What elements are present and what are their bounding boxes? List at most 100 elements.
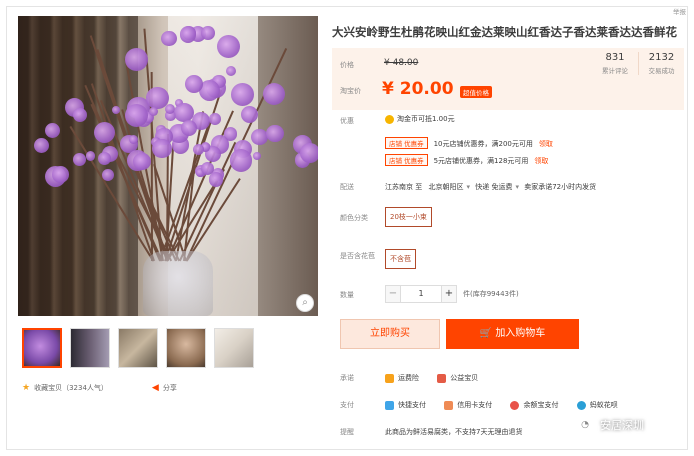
stat-transactions-caption: 交易成功	[648, 67, 675, 75]
promise-items: 运费险 公益宝贝	[385, 373, 494, 385]
flower-blossom	[262, 82, 286, 106]
claim-coupon-link[interactable]: 领取	[534, 157, 548, 165]
quantity-minus-button[interactable]: −	[385, 285, 401, 303]
favorite-link[interactable]: 收藏宝贝（3234人气）	[34, 383, 108, 393]
flower-blossom	[240, 105, 258, 123]
quick-pay-label: 快捷支付	[398, 401, 426, 409]
delivery-to-select[interactable]: 北京朝阳区	[428, 183, 463, 191]
sku-option-bloom[interactable]: 不含苞	[385, 249, 416, 269]
yuebao-item[interactable]: 余额宝支付	[510, 400, 558, 410]
taobao-price-label: 淘宝价	[340, 87, 361, 95]
coupon-badge: 店铺 优惠券	[385, 154, 428, 166]
thumbnail-5[interactable]	[214, 328, 254, 368]
flower-blossom	[133, 152, 152, 171]
flower-blossom	[229, 149, 253, 172]
charity-label: 公益宝贝	[450, 374, 479, 382]
thumbnail-strip	[22, 328, 254, 368]
sku-option-color[interactable]: 20枝一小束	[385, 207, 432, 227]
wechat-watermark: ◔ 安居深圳	[576, 417, 644, 433]
price-label: 价格	[340, 61, 354, 69]
coin-offer-text: 淘金币可抵1.00元	[397, 115, 455, 123]
flower-blossom	[216, 34, 240, 59]
stat-reviews[interactable]: 831 累计评论	[592, 52, 638, 75]
flower-blossom	[209, 113, 221, 125]
coupon-row-2: 店铺 优惠券 5元店铺优惠券，满128元可用 领取	[385, 154, 548, 166]
coupon-badge: 店铺 优惠券	[385, 137, 428, 149]
flower-blossom	[125, 48, 148, 71]
heart-icon	[437, 373, 447, 383]
thumbnail-3[interactable]	[118, 328, 158, 368]
thumbnail-1[interactable]	[22, 328, 62, 368]
flower-blossom	[208, 172, 223, 187]
coupon-text: 10元店铺优惠券，满200元可用	[433, 140, 533, 148]
coin-offer: 淘金币可抵1.00元	[385, 114, 455, 124]
chevron-down-icon[interactable]: ▾	[466, 183, 470, 191]
stat-transactions[interactable]: 2132 交易成功	[638, 52, 684, 75]
add-to-cart-button[interactable]: 🛒 加入购物车	[446, 319, 579, 349]
claim-coupon-link[interactable]: 领取	[539, 140, 553, 148]
buy-now-button[interactable]: 立即购买	[340, 319, 440, 349]
add-to-cart-label: 加入购物车	[495, 328, 546, 339]
reminder-label: 提醒	[340, 428, 354, 436]
flower-blossom	[184, 75, 203, 94]
quick-pay-item[interactable]: 快捷支付	[385, 400, 426, 410]
credit-card-item[interactable]: 信用卡支付	[444, 400, 492, 410]
delivery-express: 快递 免运费	[475, 183, 513, 191]
quantity-label: 数量	[340, 291, 354, 299]
main-product-image[interactable]	[18, 16, 318, 316]
quantity-input[interactable]: 1	[401, 285, 441, 303]
flower-blossom	[252, 151, 261, 160]
favorite-share-row: ★ 收藏宝贝（3234人气） ◀ 分享	[22, 383, 177, 393]
thumbnail-4[interactable]	[166, 328, 206, 368]
delivery-label: 配送	[340, 183, 354, 191]
stock-text: 件(库存99443件)	[463, 290, 519, 298]
current-price: ¥ 20.00	[382, 79, 454, 99]
star-icon[interactable]: ★	[22, 383, 30, 393]
bloom-label: 是否含花苞	[340, 252, 375, 260]
zoom-icon[interactable]: ⌕	[296, 294, 314, 312]
quantity-stepper: − 1 + 件(库存99443件)	[385, 285, 519, 303]
credit-card-icon	[444, 400, 454, 410]
watermark-text: 安居深圳	[600, 419, 644, 432]
coin-icon	[385, 114, 394, 124]
color-label: 颜色分类	[340, 214, 368, 222]
promise-label: 承诺	[340, 374, 354, 382]
coupon-row-1: 店铺 优惠券 10元店铺优惠券，满200元可用 领取	[385, 137, 553, 149]
flower-blossom	[230, 82, 254, 106]
shield-icon	[385, 373, 394, 383]
stat-transactions-number: 2132	[648, 52, 675, 63]
sales-stats: 831 累计评论 2132 交易成功	[592, 52, 684, 75]
price-box: 价格 ¥ 48.00 淘宝价 ¥ 20.00 超值价格 831 累计评论 213…	[332, 48, 684, 110]
chevron-down-icon[interactable]: ▾	[515, 183, 519, 191]
report-link[interactable]: 举报	[673, 6, 686, 16]
wechat-icon: ◔	[576, 418, 594, 432]
flower-blossom	[111, 105, 120, 114]
huabei-item[interactable]: 蚂蚁花呗	[576, 400, 618, 410]
delivery-info: 江苏南京 至 北京朝阳区 ▾ 快递 免运费 ▾ 卖家承诺72小时内发货	[385, 182, 596, 192]
flower-blossom	[266, 125, 284, 143]
flower-blossom	[161, 30, 177, 47]
yuebao-label: 余额宝支付	[523, 401, 559, 409]
flower-blossom	[181, 120, 197, 137]
stat-reviews-number: 831	[605, 52, 625, 63]
flower-blossom	[201, 26, 215, 40]
flower-blossom	[149, 107, 159, 117]
cart-icon: 🛒	[479, 328, 493, 339]
huabei-label: 蚂蚁花呗	[589, 401, 618, 409]
flower-blossom	[300, 142, 318, 163]
quantity-plus-button[interactable]: +	[441, 285, 457, 303]
charity-item[interactable]: 公益宝贝	[437, 373, 478, 383]
thumbnail-2[interactable]	[70, 328, 110, 368]
payment-items: 快捷支付 信用卡支付 余额宝支付 蚂蚁花呗	[385, 400, 634, 412]
reminder-text: 此商品为鲜活易腐类，不支持7天无理由退货	[385, 428, 523, 436]
coupon-text: 5元店铺优惠券，满128元可用	[433, 157, 529, 165]
freight-insurance-item[interactable]: 运费险	[385, 373, 419, 383]
flower-blossom	[85, 151, 96, 161]
flower-blossom	[179, 26, 197, 43]
promo-label: 优惠	[340, 117, 354, 125]
payment-label: 支付	[340, 401, 354, 409]
vase	[143, 251, 213, 316]
flower-blossom	[251, 128, 268, 146]
share-link[interactable]: 分享	[163, 383, 177, 393]
share-icon[interactable]: ◀	[152, 383, 159, 393]
